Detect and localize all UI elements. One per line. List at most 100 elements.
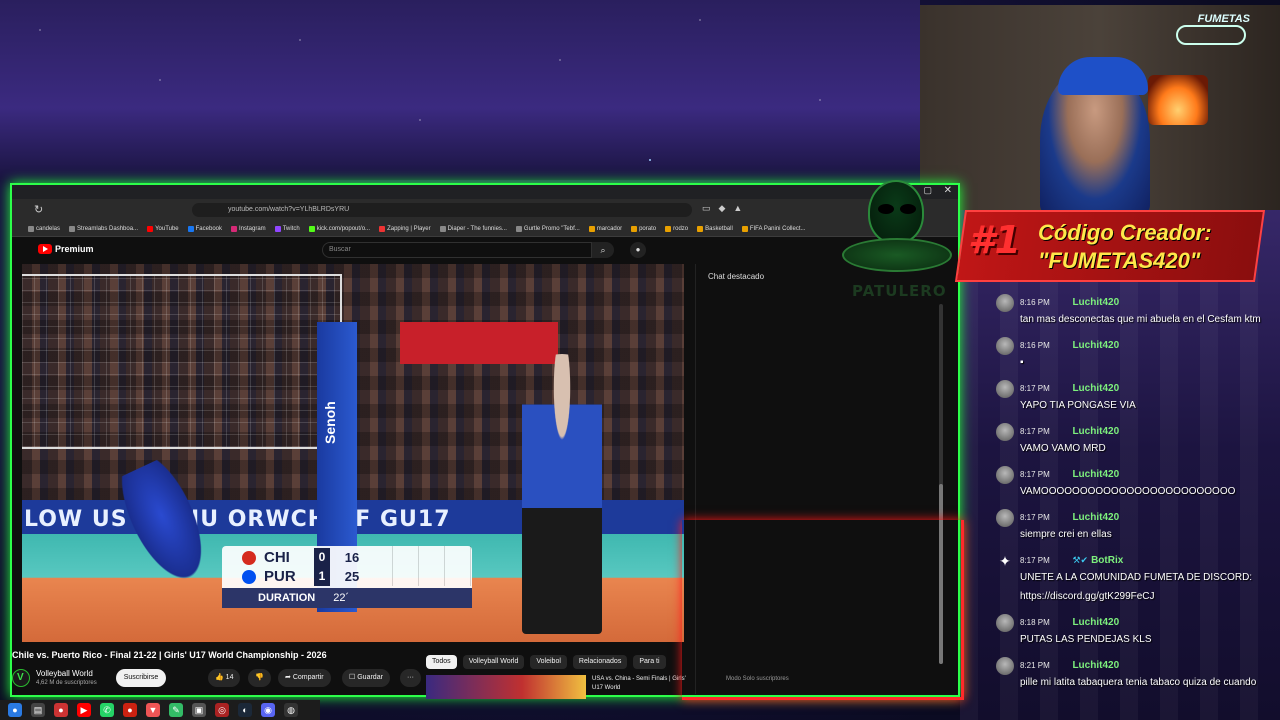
pole-sponsor: Senoh	[322, 401, 338, 444]
bookmark[interactable]: FIFA Panini Collect...	[741, 225, 806, 232]
save-button[interactable]: ☐ Guardar	[342, 669, 390, 687]
video-player[interactable]: LOW US :IVBJU ORWCH #F GU17 Senoh CHI 0 …	[22, 264, 684, 642]
score-row: PUR 1 25	[242, 567, 366, 586]
recommended-video[interactable]: USA vs. China - Semi Finals | Girls' U17…	[426, 675, 686, 699]
message-user: Luchit420	[1072, 469, 1120, 480]
referee	[522, 354, 602, 634]
youtube-play-icon	[38, 244, 52, 254]
team-flag	[242, 569, 256, 584]
chat-message: 8:17 PM Luchit420 YAPO TIA PONGASE VIA	[996, 378, 1280, 415]
bookmark[interactable]: Instagram	[231, 225, 266, 232]
ufo-icon	[842, 238, 952, 272]
recommended-title[interactable]: USA vs. China - Semi Finals | Girls' U17…	[592, 675, 692, 693]
chip-for-you[interactable]: Para ti	[633, 655, 666, 669]
message-text: pille mi latita tabaquera tenia tabaco q…	[1020, 677, 1257, 688]
message-user: Luchit420	[1072, 297, 1120, 308]
bookmark[interactable]: rodzo	[665, 225, 688, 232]
message-time: 8:17 PM	[1020, 427, 1050, 436]
message-text: tan mas desconectas que mi abuela en el …	[1020, 314, 1261, 325]
alien-head	[868, 180, 924, 244]
team-flag	[242, 550, 256, 565]
bot-badge-icon: ⚒✔	[1072, 555, 1089, 565]
bookmark[interactable]: Gurtle Promo "Tebf...	[515, 225, 580, 232]
target-icon[interactable]: ◎	[215, 703, 229, 717]
bookmark[interactable]: YouTube	[147, 225, 179, 232]
chrome-icon[interactable]: ●	[8, 703, 22, 717]
subscribe-button[interactable]: Suscribirse	[116, 669, 166, 687]
music-icon[interactable]: ●	[123, 703, 137, 717]
live-chat-footer: Modo Solo suscriptores	[726, 676, 789, 682]
extension-icons[interactable]: ▭◆▲	[702, 203, 750, 214]
whatsapp-icon[interactable]: ✆	[100, 703, 114, 717]
court-board-text: LOW US :IVBJU ORWCH #F GU17	[24, 507, 451, 532]
url-field[interactable]: youtube.com/watch?v=YLhBLRDsYRU	[192, 203, 692, 217]
creator-rank: #1	[968, 218, 1021, 262]
creator-title: Código Creador:	[1038, 220, 1212, 245]
bookmark[interactable]: Basketball	[697, 225, 733, 232]
message-user: Luchit420	[1072, 617, 1120, 628]
message-text: UNETE A LA COMUNIDAD FUMETA DE DISCORD: …	[1020, 572, 1253, 602]
chat-message-bot: ✦ 8:17 PM ⚒✔ BotRix UNETE A LA COMUNIDAD …	[996, 550, 1280, 606]
youtube-icon[interactable]: ▶	[77, 703, 91, 717]
bookmark[interactable]: Streamlabs Dashboa...	[69, 225, 138, 232]
message-time: 8:17 PM	[1020, 513, 1050, 522]
chip-all[interactable]: Todos	[426, 655, 457, 669]
like-button[interactable]: 👍 14	[208, 669, 241, 687]
search-icon[interactable]: ⌕	[592, 242, 614, 258]
bookmark[interactable]: candelas	[28, 225, 60, 232]
championship-banner	[400, 322, 558, 364]
chat-scrollbar[interactable]	[939, 304, 943, 664]
search-input[interactable]: Buscar	[322, 242, 592, 258]
chat-message: 8:17 PM Luchit420 VAMO VAMO MRD	[996, 421, 1280, 458]
youtube-logo[interactable]: Premium	[38, 244, 94, 254]
chat-message: 8:18 PM Luchit420 PUTAS LAS PENDEJAS KLS	[996, 612, 1280, 649]
bookmark[interactable]: marcador	[588, 225, 622, 232]
microphone-icon[interactable]: ●	[630, 242, 646, 258]
bookmarks-bar: candelas Streamlabs Dashboa... YouTube F…	[12, 221, 958, 237]
chip-voleibol[interactable]: Voleibol	[530, 655, 567, 669]
bookmark[interactable]: kick.com/popout/o...	[308, 225, 370, 232]
more-button[interactable]: ···	[400, 669, 421, 687]
discord-icon[interactable]: ◉	[261, 703, 275, 717]
webcam-feed: FUMETAS	[920, 5, 1280, 210]
message-user: Luchit420	[1072, 383, 1120, 394]
dislike-button[interactable]: 👎	[248, 669, 271, 687]
reload-icon[interactable]: ↻	[34, 203, 43, 216]
live-chat-header[interactable]: Chat destacado	[708, 272, 764, 281]
bookmark[interactable]: Facebook	[187, 225, 222, 232]
app-icon[interactable]: ●	[54, 703, 68, 717]
edit-icon[interactable]: ✎	[169, 703, 183, 717]
obs-icon[interactable]: ◍	[284, 703, 298, 717]
message-emote: ▪	[1020, 357, 1024, 368]
brave-icon[interactable]: ▼	[146, 703, 160, 717]
steam-icon[interactable]: ◐	[238, 703, 252, 717]
channel-avatar[interactable]	[12, 669, 30, 687]
team-sets: 1	[314, 567, 330, 586]
channel-logo-mark	[1176, 25, 1246, 45]
files-icon[interactable]: ▤	[31, 703, 45, 717]
bookmark[interactable]: Zapping | Player	[379, 225, 431, 232]
message-user: Luchit420	[1072, 512, 1120, 523]
bot-icon: ✦	[999, 553, 1011, 569]
chat-message: 8:17 PM Luchit420 VAMOOOOOOOOOOOOOOOOOOO…	[996, 464, 1280, 501]
stream-canvas: FUMETAS ▢ ✕ ↻ youtube.com/watch?v=YLhBLR…	[0, 0, 1280, 720]
team-points: 16	[344, 550, 360, 565]
youtube-header: Premium Buscar ⌕ ●	[12, 238, 958, 262]
space-background	[0, 0, 920, 180]
message-text: siempre crei en ellas	[1020, 529, 1112, 540]
recommended-thumbnail[interactable]	[426, 675, 586, 699]
channel-name[interactable]: Volleyball World	[36, 669, 93, 678]
chat-message: 8:17 PM Luchit420 siempre crei en ellas	[996, 507, 1280, 544]
user-avatar	[996, 337, 1014, 355]
bookmark[interactable]: Diaper - The funnies...	[439, 225, 507, 232]
message-text: PUTAS LAS PENDEJAS KLS	[1020, 634, 1152, 645]
user-avatar	[996, 423, 1014, 441]
message-user: Luchit420	[1072, 660, 1120, 671]
chip-related[interactable]: Relacionados	[572, 655, 628, 669]
share-button[interactable]: ➦ Compartir	[278, 669, 331, 687]
photo-icon[interactable]: ▣	[192, 703, 206, 717]
bookmark[interactable]: Twitch	[274, 225, 300, 232]
bookmark[interactable]: porato	[631, 225, 656, 232]
chip-volleyball-world[interactable]: Volleyball World	[462, 655, 525, 669]
fireplace	[1148, 75, 1208, 125]
